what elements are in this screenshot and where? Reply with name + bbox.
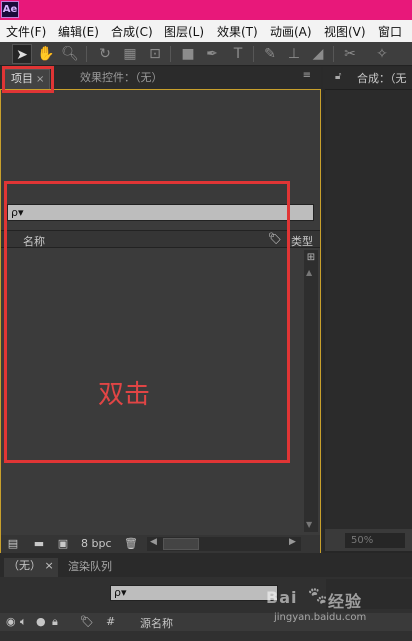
panel-menu-icon[interactable]: ≡ (303, 70, 311, 81)
lock-icon[interactable]: 🔒︎ (52, 615, 58, 629)
video-eye-icon[interactable]: ◉ (6, 615, 16, 628)
timeline-search-input[interactable]: ρ▾ (110, 585, 278, 601)
composition-footer: 50% (325, 529, 412, 551)
zoom-level-select[interactable]: 50% (345, 533, 405, 548)
column-layer-number[interactable]: # (106, 615, 115, 628)
toolbar-separator (86, 46, 87, 62)
audio-icon[interactable]: 🔈︎ (20, 615, 27, 629)
composition-viewer (325, 89, 412, 529)
tab-composition[interactable]: 合成：（无 (357, 70, 407, 86)
puppet-pin-tool-icon[interactable]: ✧ (372, 44, 392, 64)
timeline-tabs: （无） × 渲染队列 (0, 555, 412, 577)
menu-bar: 文件(F) 编辑(E) 合成(C) 图层(L) 效果(T) 动画(A) 视图(V… (0, 20, 412, 42)
baidu-jingyan-watermark: Bai 🐾︎ 经验 jingyan.baidu.com (266, 586, 406, 630)
menu-window[interactable]: 窗口 (378, 23, 402, 40)
scroll-down-icon[interactable]: ▼ (306, 520, 312, 529)
double-click-annotation: 双击 (98, 380, 151, 410)
project-footer: ▤ ▬ ▣ 8 bpc 🗑︎ ◀ ▶ (1, 535, 320, 553)
hand-tool-icon[interactable]: ✋ (36, 44, 56, 64)
project-horizontal-scrollbar[interactable]: ◀ ▶ (147, 537, 301, 551)
tools-toolbar: ➤ ✋ 🔍︎ ↻ ▦ ⊡ ■ ✒ T ✎ ⊥ ◢ ✂ ✧ (0, 42, 412, 66)
watermark-url: jingyan.baidu.com (274, 612, 367, 623)
column-type[interactable]: 类型 (291, 233, 313, 249)
zoom-tool-icon[interactable]: 🔍︎ (60, 44, 80, 64)
solo-icon[interactable]: ● (36, 615, 46, 628)
scroll-left-icon[interactable]: ◀ (150, 537, 157, 547)
double-click-highlight (4, 181, 290, 463)
title-bar: Ae (0, 0, 412, 20)
rotate-tool-icon[interactable]: ↻ (95, 44, 115, 64)
scrollbar-thumb[interactable] (163, 538, 199, 550)
composition-panel: 🔓︎ 合成：（无 50% (323, 67, 412, 553)
menu-animation[interactable]: 动画(A) (270, 23, 312, 40)
watermark-logo: Bai (266, 588, 298, 607)
bit-depth-button[interactable]: 8 bpc (81, 537, 112, 550)
pen-tool-icon[interactable]: ✒ (202, 44, 222, 64)
scroll-right-icon[interactable]: ▶ (289, 537, 296, 547)
menu-layer[interactable]: 图层(L) (164, 23, 204, 40)
toolbar-separator (170, 46, 171, 62)
trash-icon[interactable]: 🗑︎ (123, 536, 139, 552)
toolbar-separator (253, 46, 254, 62)
new-folder-icon[interactable]: ▬ (31, 536, 47, 552)
menu-composition[interactable]: 合成(C) (111, 23, 153, 40)
clone-stamp-tool-icon[interactable]: ⊥ (284, 44, 304, 64)
menu-effect[interactable]: 效果(T) (217, 23, 258, 40)
paw-icon: 🐾︎ (306, 586, 329, 607)
after-effects-logo: Ae (1, 1, 19, 18)
tab-timeline-label: （无） (8, 559, 41, 572)
watermark-suffix: 经验 (328, 592, 363, 611)
selection-tool-icon[interactable]: ➤ (12, 44, 32, 64)
lock-icon[interactable]: 🔓︎ (335, 71, 341, 82)
interpret-footage-icon[interactable]: ▤ (5, 536, 21, 552)
project-tab-highlight (2, 66, 54, 93)
eraser-tool-icon[interactable]: ◢ (308, 44, 328, 64)
toolbar-separator (333, 46, 334, 62)
tab-effect-controls[interactable]: 效果控件：（无） (80, 69, 163, 89)
project-vertical-scrollbar[interactable]: ⊞ ▲ ▼ (304, 250, 318, 532)
new-composition-icon[interactable]: ▣ (55, 536, 71, 552)
label-tag-icon[interactable]: 🏷︎ (80, 615, 94, 628)
roto-brush-tool-icon[interactable]: ✂ (340, 44, 360, 64)
tab-timeline-none[interactable]: （无） × (4, 558, 58, 577)
rectangle-tool-icon[interactable]: ■ (178, 44, 198, 64)
menu-view[interactable]: 视图(V) (324, 23, 366, 40)
menu-edit[interactable]: 编辑(E) (58, 23, 99, 40)
pan-behind-tool-icon[interactable]: ⊡ (145, 44, 165, 64)
menu-file[interactable]: 文件(F) (6, 23, 46, 40)
type-tool-icon[interactable]: T (228, 44, 248, 64)
composition-panel-tabs: 🔓︎ 合成：（无 (323, 67, 412, 89)
column-source-name[interactable]: 源名称 (140, 615, 173, 631)
tab-render-queue[interactable]: 渲染队列 (68, 558, 112, 574)
scroll-up-icon[interactable]: ▲ (306, 268, 312, 277)
flowchart-icon[interactable]: ⊞ (305, 252, 317, 264)
brush-tool-icon[interactable]: ✎ (260, 44, 280, 64)
close-icon[interactable]: × (45, 559, 54, 572)
camera-tool-icon[interactable]: ▦ (120, 44, 140, 64)
